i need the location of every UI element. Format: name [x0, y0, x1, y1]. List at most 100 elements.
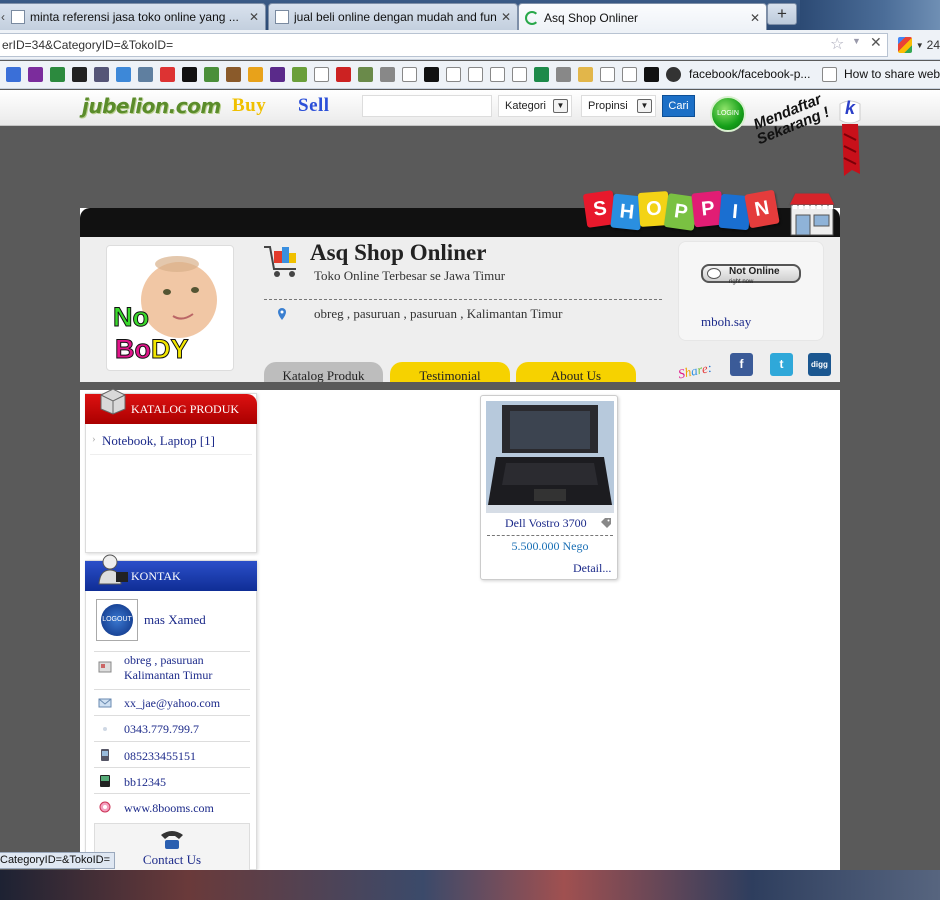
bookmark-icon[interactable]	[182, 67, 197, 82]
login-button[interactable]: LOGIN	[710, 96, 746, 132]
twitter-icon[interactable]: t	[770, 353, 793, 376]
buy-link[interactable]: Buy	[232, 95, 266, 117]
shop-header: No Bo DY Asq Shop Onliner Toko Online Te…	[80, 237, 840, 389]
bookmark-icon[interactable]	[600, 67, 615, 82]
bookmark-icon[interactable]	[380, 67, 395, 82]
bookmark-icon[interactable]	[424, 67, 439, 82]
bookmark-icon[interactable]	[358, 67, 373, 82]
browser-tab-2[interactable]: jual beli online dengan mudah and fun ✕	[268, 3, 518, 30]
github-icon[interactable]	[666, 67, 681, 82]
twitter-glyph: t	[779, 357, 784, 371]
bookmarks-bar: facebook/facebook-p... How to share web	[0, 61, 940, 89]
contact-text: obreg , pasuruan	[124, 653, 204, 667]
share-label: Share:	[677, 360, 714, 383]
product-name[interactable]: Dell Vostro 3700	[505, 516, 587, 531]
header-divider	[264, 299, 662, 300]
bookmark-icon[interactable]	[822, 67, 837, 82]
new-tab-button[interactable]: +	[767, 3, 797, 25]
bookmark-icon[interactable]	[138, 67, 153, 82]
bookmark-icon[interactable]	[578, 67, 593, 82]
catalog-item[interactable]: Notebook, Laptop [1]	[92, 433, 215, 449]
bookmark-icon[interactable]	[204, 67, 219, 82]
bookmark-icon[interactable]	[490, 67, 505, 82]
catalog-box: KATALOG PRODUK Notebook, Laptop [1]	[85, 388, 257, 553]
laptop-photo	[486, 401, 614, 513]
avatar-text: Bo	[115, 334, 152, 365]
search-input[interactable]	[362, 95, 492, 117]
shop-location: obreg , pasuruan , pasuruan , Kalimantan…	[314, 306, 563, 321]
scroll-left-icon[interactable]: ‹	[1, 10, 5, 24]
kategori-select[interactable]: Kategori ▼	[498, 95, 572, 117]
bookmark-icon[interactable]	[248, 67, 263, 82]
contact-divider	[94, 651, 250, 652]
contact-bbm: bb12345	[124, 775, 166, 789]
bookmark-icon[interactable]	[468, 67, 483, 82]
bookmark-link[interactable]: facebook/facebook-p...	[689, 67, 810, 81]
catalog-divider	[90, 454, 252, 455]
address-bar-row: erID=34&CategoryID=&TokoID=	[0, 30, 940, 60]
bookmark-icon[interactable]	[446, 67, 461, 82]
status-subtitle: right now	[729, 279, 754, 285]
propinsi-select[interactable]: Propinsi ▼	[581, 95, 656, 117]
bookmark-icon[interactable]	[622, 67, 637, 82]
close-icon[interactable]: ✕	[249, 10, 259, 24]
bookmark-icon[interactable]	[270, 67, 285, 82]
tab-title: Asq Shop Onliner	[544, 10, 639, 25]
bookmark-icon[interactable]	[160, 67, 175, 82]
site-logo[interactable]: jubelion.com	[82, 94, 221, 118]
bookmark-icon[interactable]	[512, 67, 527, 82]
bookmark-icon[interactable]	[226, 67, 241, 82]
bookmark-icon[interactable]	[534, 67, 549, 82]
digg-glyph: digg	[811, 360, 828, 369]
sell-link[interactable]: Sell	[298, 95, 330, 117]
stop-icon[interactable]: ✕	[870, 34, 882, 51]
search-button[interactable]: Cari	[662, 95, 695, 117]
bookmark-star-icon[interactable]: ☆	[830, 34, 844, 54]
bookmark-icon[interactable]	[116, 67, 131, 82]
address-bar-input[interactable]: erID=34&CategoryID=&TokoID=	[0, 33, 888, 57]
bookmark-link[interactable]: How to share web	[844, 67, 940, 81]
desktop-background	[0, 870, 940, 900]
phone-icon	[103, 727, 107, 731]
chevron-down-icon[interactable]: ▼	[852, 36, 861, 46]
shop-name: Asq Shop Onliner	[310, 240, 487, 265]
bookmark-icon[interactable]	[28, 67, 43, 82]
bookmark-icon[interactable]	[556, 67, 571, 82]
contact-website[interactable]: www.8booms.com	[124, 801, 214, 816]
bookmark-icon[interactable]	[336, 67, 351, 82]
close-icon[interactable]: ✕	[750, 11, 760, 25]
seller-logo-badge: LOGOUT	[101, 604, 133, 636]
mobile-icon	[101, 749, 109, 761]
search-engine-text: 24	[926, 38, 940, 52]
seller-name[interactable]: mas Xamed	[144, 612, 206, 628]
bookmark-icon[interactable]	[402, 67, 417, 82]
close-icon[interactable]: ✕	[501, 10, 511, 24]
tag-icon	[601, 518, 611, 528]
page-favicon-icon	[11, 10, 25, 24]
map-pin-icon	[278, 308, 286, 320]
bookmark-icon[interactable]	[6, 67, 21, 82]
propinsi-select-label: Propinsi	[588, 100, 628, 112]
contact-email[interactable]: xx_jae@yahoo.com	[124, 696, 220, 711]
bookmark-icon[interactable]	[314, 67, 329, 82]
contact-us-button[interactable]: Contact Us	[94, 823, 250, 873]
google-icon	[898, 37, 912, 53]
bookmark-icon[interactable]	[292, 67, 307, 82]
search-engine-selector[interactable]: ▼ 24	[898, 34, 940, 56]
product-image[interactable]	[486, 401, 614, 513]
digg-icon[interactable]: digg	[808, 353, 831, 376]
bookmark-icon[interactable]	[72, 67, 87, 82]
facebook-icon[interactable]: f	[730, 353, 753, 376]
product-card[interactable]: Dell Vostro 3700 5.500.000 Nego Detail..…	[480, 395, 618, 580]
browser-tab-1[interactable]: ‹ minta referensi jasa toko online yang …	[0, 3, 266, 30]
online-status-badge: Not Online right now	[701, 264, 801, 285]
messenger-username[interactable]: mboh.say	[701, 314, 751, 330]
tab-label: Testimonial	[419, 368, 481, 383]
product-detail-link[interactable]: Detail...	[573, 561, 611, 576]
browser-tab-3[interactable]: Asq Shop Onliner ✕	[518, 3, 767, 31]
tab-title: jual beli online dengan mudah and fun	[294, 10, 497, 24]
contact-text: Kalimantan Timur	[124, 668, 213, 682]
bookmark-icon[interactable]	[644, 67, 659, 82]
bookmark-icon[interactable]	[94, 67, 109, 82]
bookmark-icon[interactable]	[50, 67, 65, 82]
